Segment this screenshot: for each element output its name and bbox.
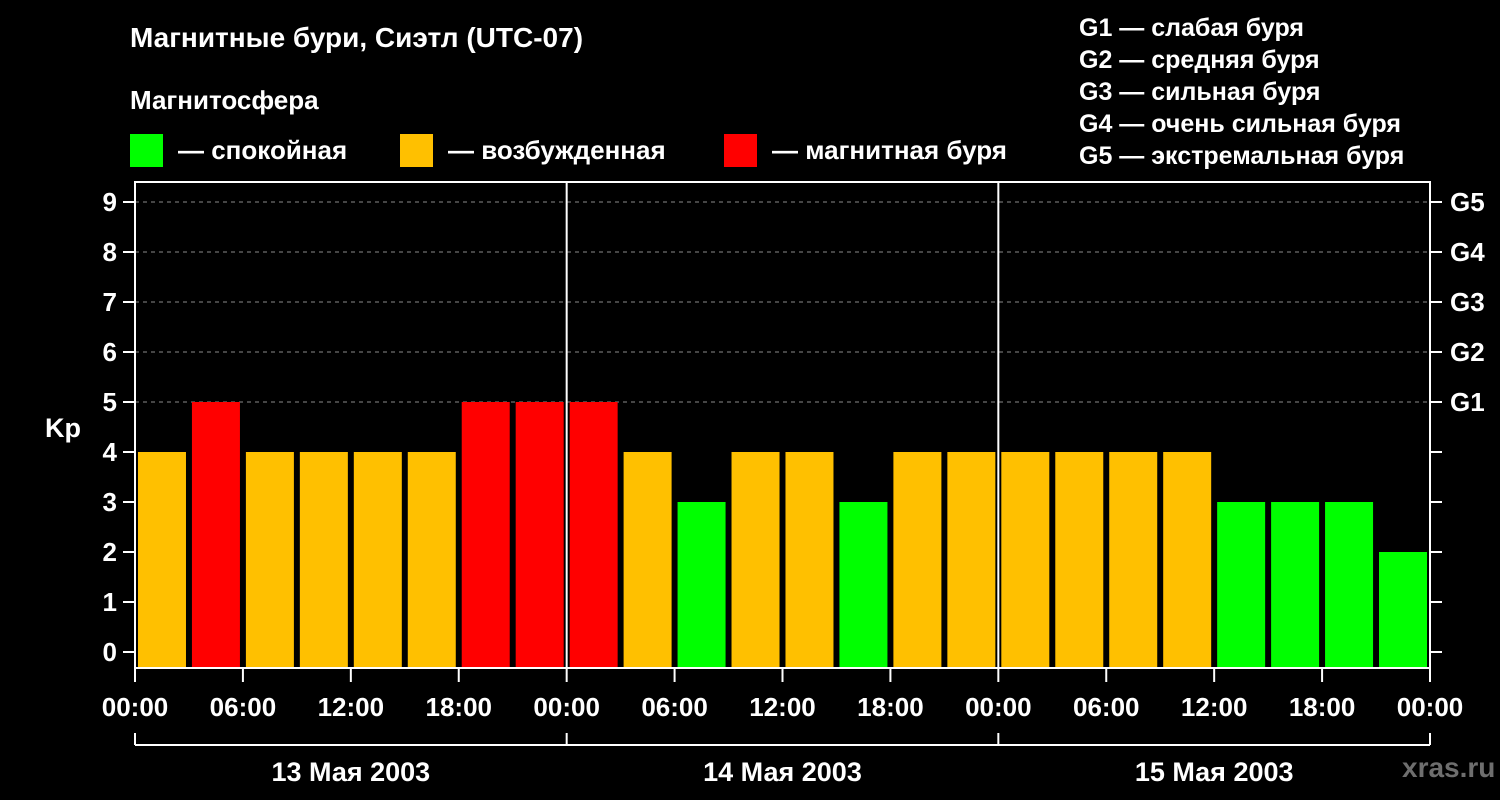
y-tick-label: 6	[103, 337, 117, 367]
kp-bar	[299, 452, 348, 667]
kp-bar	[1055, 452, 1104, 667]
day-label: 13 Мая 2003	[271, 757, 430, 787]
kp-bar	[353, 452, 402, 667]
kp-bar	[947, 452, 996, 667]
kp-bar	[191, 402, 240, 667]
g-scale-label: G4	[1450, 237, 1485, 267]
kp-bar	[569, 402, 618, 667]
kp-bar-chart: 0 1 2 3 4 5 6 7 8 9 G1 G2 G3 G4 G5 Kp 00:00 06:00 12:00 18:…	[45, 181, 1485, 787]
x-tick-label: 06:00	[210, 692, 277, 722]
y-tick-label: 7	[103, 287, 117, 317]
y-tick-label: 9	[103, 187, 117, 217]
kp-bar	[1001, 452, 1050, 667]
y-tick-label: 0	[103, 637, 117, 667]
kp-bar	[1379, 552, 1428, 667]
x-tick-label: 06:00	[1073, 692, 1140, 722]
y-tick-label: 2	[103, 537, 117, 567]
y-tick-label: 4	[103, 437, 118, 467]
site-watermark: xras.ru	[1402, 752, 1496, 783]
kp-bar	[515, 402, 564, 667]
day-label: 14 Мая 2003	[703, 757, 862, 787]
kp-bar	[785, 452, 834, 667]
x-tick-label: 18:00	[857, 692, 924, 722]
kp-bar	[731, 452, 780, 667]
kp-bar	[1325, 502, 1374, 667]
kp-bar	[839, 502, 888, 667]
y-tick-label: 1	[103, 587, 117, 617]
kp-bar	[1217, 502, 1266, 667]
g-scale-label: G2	[1450, 337, 1485, 367]
x-tick-label: 18:00	[1289, 692, 1356, 722]
x-tick-label: 12:00	[1181, 692, 1248, 722]
kp-bar	[623, 452, 672, 667]
kp-bar	[677, 502, 726, 667]
y-axis-label: Kp	[45, 413, 81, 443]
y-tick-label: 8	[103, 237, 117, 267]
kp-bar	[137, 452, 186, 667]
kp-bar	[1163, 452, 1212, 667]
kp-bar	[893, 452, 942, 667]
kp-bar	[245, 452, 294, 667]
g-scale-label: G1	[1450, 387, 1485, 417]
kp-bar	[407, 452, 456, 667]
y-tick-label: 5	[103, 387, 117, 417]
kp-bar	[1109, 452, 1158, 667]
g-scale-label: G5	[1450, 187, 1485, 217]
x-tick-label: 00:00	[965, 692, 1032, 722]
x-tick-label: 00:00	[102, 692, 169, 722]
x-tick-label: 00:00	[533, 692, 600, 722]
kp-bar	[461, 402, 510, 667]
x-tick-label: 00:00	[1397, 692, 1464, 722]
x-tick-label: 12:00	[749, 692, 816, 722]
y-tick-label: 3	[103, 487, 117, 517]
x-tick-label: 06:00	[641, 692, 708, 722]
x-tick-label: 18:00	[426, 692, 493, 722]
x-tick-label: 12:00	[318, 692, 385, 722]
day-label: 15 Мая 2003	[1135, 757, 1294, 787]
kp-bar	[1271, 502, 1320, 667]
g-scale-label: G3	[1450, 287, 1485, 317]
